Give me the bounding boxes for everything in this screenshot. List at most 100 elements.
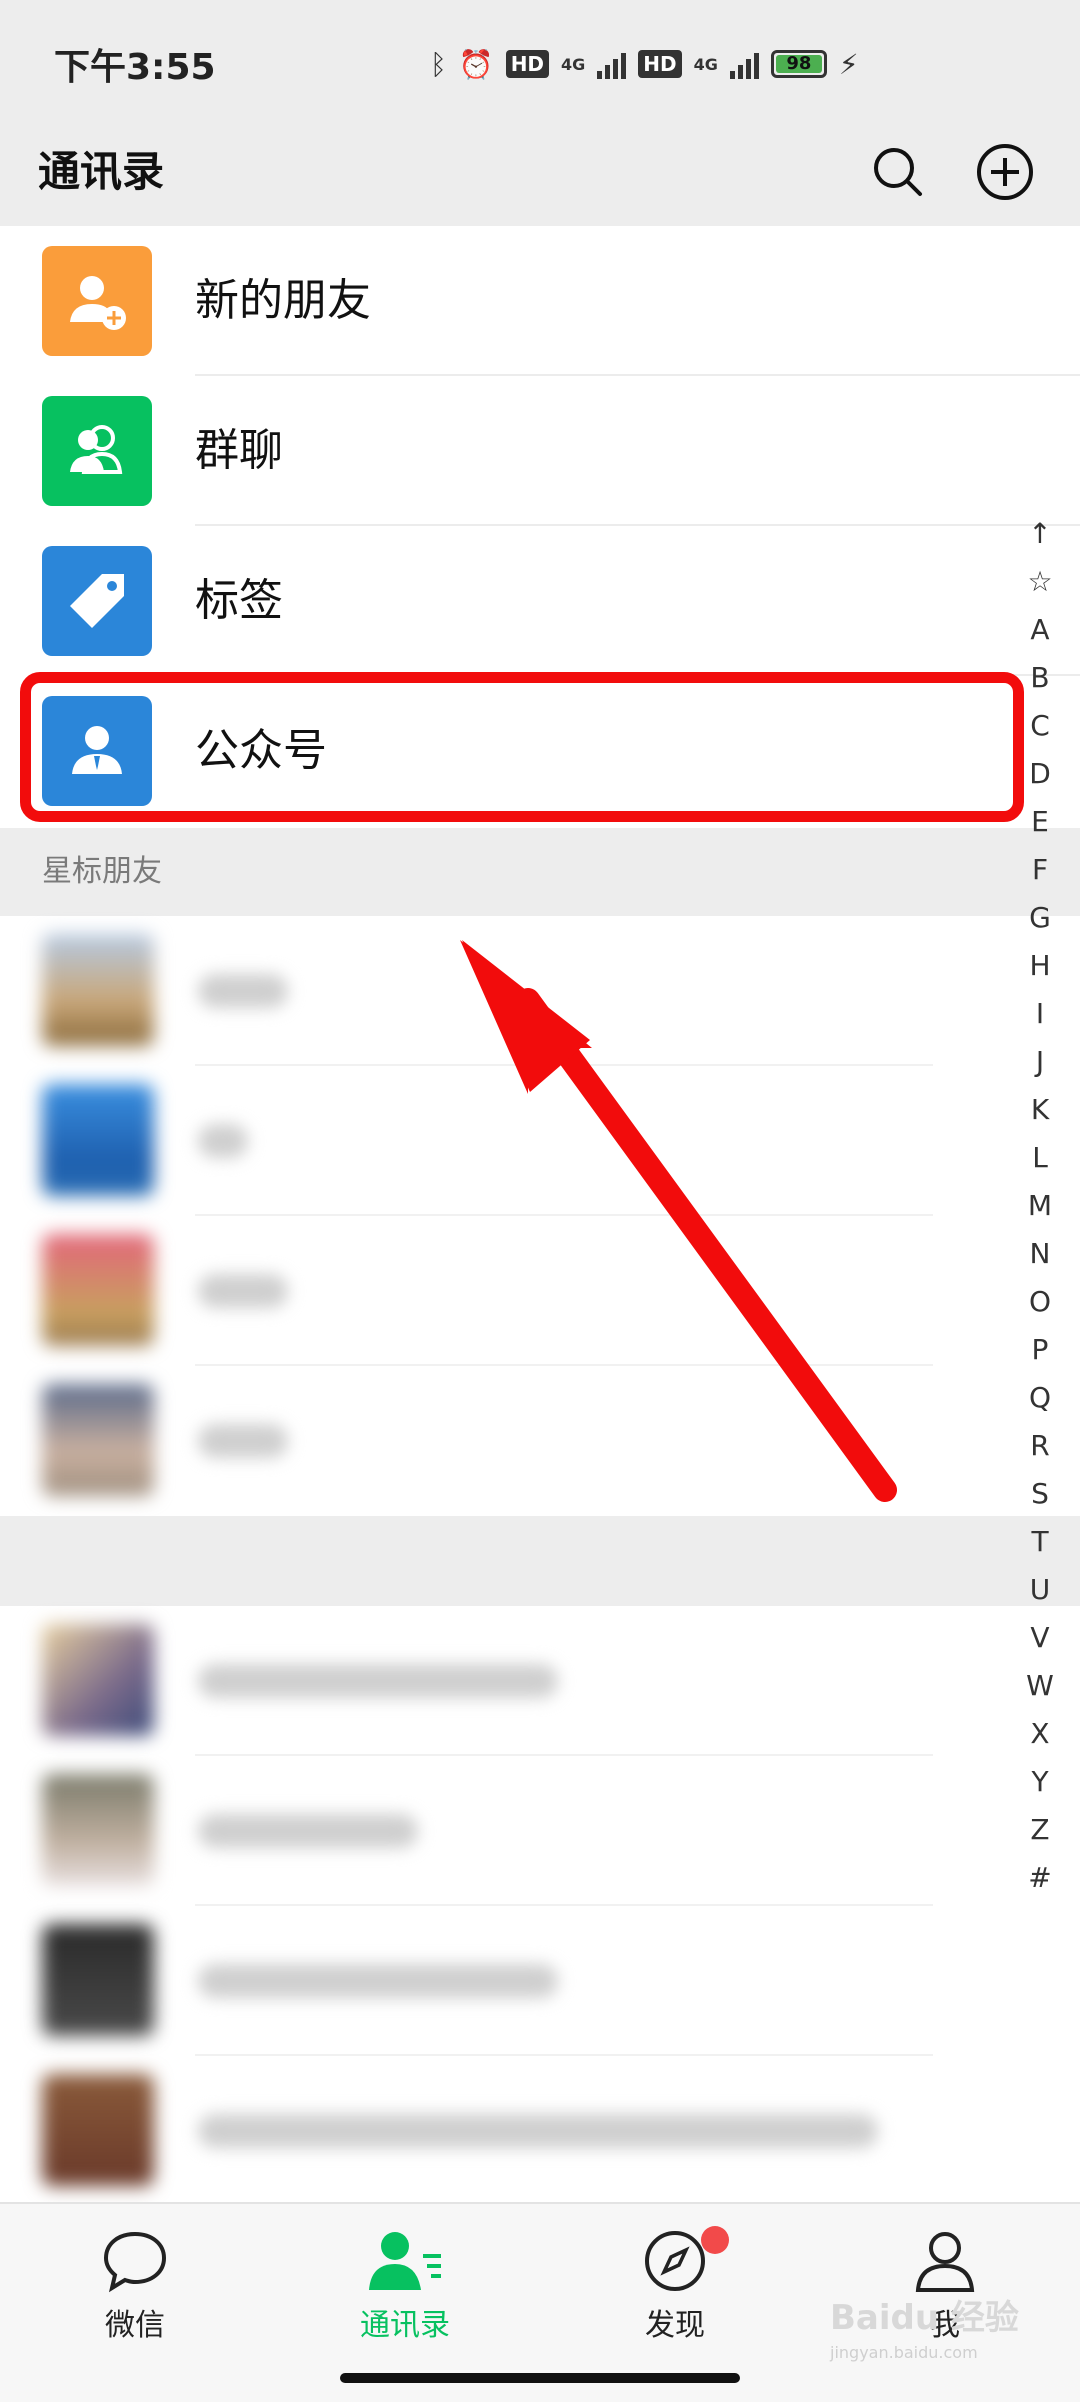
- avatar: [42, 1774, 154, 1886]
- index-letter[interactable]: A: [1010, 606, 1070, 654]
- index-letter[interactable]: N: [1010, 1230, 1070, 1278]
- index-letter[interactable]: H: [1010, 942, 1070, 990]
- index-letter[interactable]: G: [1010, 894, 1070, 942]
- highlight-box: [20, 672, 1024, 822]
- add-friend-icon: [42, 246, 152, 356]
- battery-icon: 98: [770, 50, 827, 78]
- index-letter[interactable]: ↑: [1010, 510, 1070, 558]
- bluetooth-icon: ᛒ: [430, 47, 447, 81]
- tab-contacts[interactable]: 通讯录: [315, 2214, 495, 2364]
- index-letter[interactable]: Q: [1010, 1374, 1070, 1422]
- index-letter[interactable]: M: [1010, 1182, 1070, 1230]
- menu-item-new-friends[interactable]: 新的朋友: [0, 226, 1080, 376]
- contact-name-blurred: [198, 1964, 558, 1998]
- contact-name-blurred: [198, 1124, 248, 1158]
- tab-discover[interactable]: 发现: [585, 2214, 765, 2364]
- signal-icon: [597, 49, 627, 79]
- index-letter[interactable]: D: [1010, 750, 1070, 798]
- contact-row[interactable]: [18, 1756, 933, 1906]
- notification-badge: [701, 2226, 729, 2254]
- index-letter[interactable]: E: [1010, 798, 1070, 846]
- avatar: [42, 934, 154, 1046]
- tab-label: 微信: [105, 2308, 165, 2343]
- index-letter[interactable]: T: [1010, 1518, 1070, 1566]
- avatar: [42, 1234, 154, 1346]
- menu-label-group-chat: 群聊: [195, 425, 283, 476]
- index-letter[interactable]: O: [1010, 1278, 1070, 1326]
- index-letter[interactable]: Y: [1010, 1758, 1070, 1806]
- tab-label: 通讯录: [360, 2308, 450, 2343]
- contact-name-blurred: [198, 1274, 288, 1308]
- avatar: [42, 1624, 154, 1736]
- contact-row[interactable]: [18, 1606, 933, 1756]
- index-letter[interactable]: X: [1010, 1710, 1070, 1758]
- contact-row[interactable]: [18, 1216, 933, 1366]
- contact-name-blurred: [198, 2114, 878, 2148]
- contact-row[interactable]: [18, 1066, 933, 1216]
- contact-name-blurred: [198, 1814, 418, 1848]
- tab-label: 发现: [645, 2308, 705, 2343]
- index-letter[interactable]: J: [1010, 1038, 1070, 1086]
- contact-row[interactable]: [18, 916, 933, 1066]
- index-letter[interactable]: L: [1010, 1134, 1070, 1182]
- index-letter[interactable]: F: [1010, 846, 1070, 894]
- section-title: 星标朋友: [42, 854, 162, 889]
- section-header-starred: 星标朋友: [0, 828, 1080, 916]
- index-letter[interactable]: V: [1010, 1614, 1070, 1662]
- chat-bubble-icon: [103, 2231, 167, 2293]
- index-letter[interactable]: W: [1010, 1662, 1070, 1710]
- index-letter[interactable]: C: [1010, 702, 1070, 750]
- status-bar: 下午3:55 ᛒ ⏰ HD 4G HD 4G 98 ⚡: [0, 0, 1080, 120]
- hd-badge: HD: [505, 50, 550, 78]
- avatar: [42, 2074, 154, 2186]
- section-header-blurred: [0, 1516, 1080, 1606]
- charging-icon: ⚡: [838, 47, 859, 81]
- search-button[interactable]: [858, 132, 938, 212]
- menu-item-tags[interactable]: 标签: [0, 526, 1080, 676]
- contact-row[interactable]: [18, 1366, 933, 1516]
- index-letter[interactable]: P: [1010, 1326, 1070, 1374]
- hd-badge-2: HD: [638, 50, 682, 78]
- group-chat-icon: [42, 396, 152, 506]
- index-letter[interactable]: K: [1010, 1086, 1070, 1134]
- menu-label-new-friends: 新的朋友: [195, 275, 371, 326]
- tag-icon: [42, 546, 152, 656]
- status-icons: ᛒ ⏰ HD 4G HD 4G 98 ⚡: [430, 40, 859, 88]
- app-header: 通讯录: [0, 120, 1080, 226]
- avatar: [42, 1384, 154, 1496]
- index-letter[interactable]: S: [1010, 1470, 1070, 1518]
- page-title: 通讯录: [38, 147, 165, 196]
- network-label-2: 4G: [693, 54, 718, 74]
- contacts-icon: [369, 2232, 441, 2290]
- index-letter[interactable]: Z: [1010, 1806, 1070, 1854]
- avatar: [42, 1084, 154, 1196]
- network-label: 4G: [561, 54, 586, 74]
- watermark: Baidu 经验 jingyan.baidu.com: [830, 2290, 1019, 2362]
- menu-label-tags: 标签: [195, 575, 283, 626]
- contact-row[interactable]: [18, 2056, 933, 2206]
- signal-icon-2: [729, 49, 759, 79]
- index-letter[interactable]: I: [1010, 990, 1070, 1038]
- index-letter[interactable]: U: [1010, 1566, 1070, 1614]
- index-letter[interactable]: R: [1010, 1422, 1070, 1470]
- menu-item-group-chat[interactable]: 群聊: [0, 376, 1080, 526]
- contact-name-blurred: [198, 1424, 288, 1458]
- person-icon: [915, 2232, 975, 2292]
- add-button[interactable]: [965, 132, 1045, 212]
- tab-chats[interactable]: 微信: [45, 2214, 225, 2364]
- contact-row[interactable]: [18, 1906, 933, 2056]
- contact-name-blurred: [198, 974, 288, 1008]
- plus-circle-icon: [977, 144, 1033, 200]
- watermark-text: Baidu 经验: [830, 2298, 1019, 2338]
- index-letter[interactable]: ☆: [1010, 558, 1070, 606]
- index-letter[interactable]: #: [1010, 1854, 1070, 1902]
- alarm-icon: ⏰: [458, 47, 494, 81]
- battery-level: 98: [786, 53, 812, 74]
- index-letter[interactable]: B: [1010, 654, 1070, 702]
- status-time: 下午3:55: [54, 47, 216, 88]
- compass-icon: [645, 2231, 705, 2291]
- alphabet-index[interactable]: ↑ ☆ A B C D E F G H I J K L M N O P Q R S T U V W X Y Z #: [1010, 510, 1070, 1902]
- watermark-sub: jingyan.baidu.com: [830, 2343, 978, 2362]
- home-indicator[interactable]: [340, 2373, 740, 2383]
- avatar: [42, 1924, 154, 2036]
